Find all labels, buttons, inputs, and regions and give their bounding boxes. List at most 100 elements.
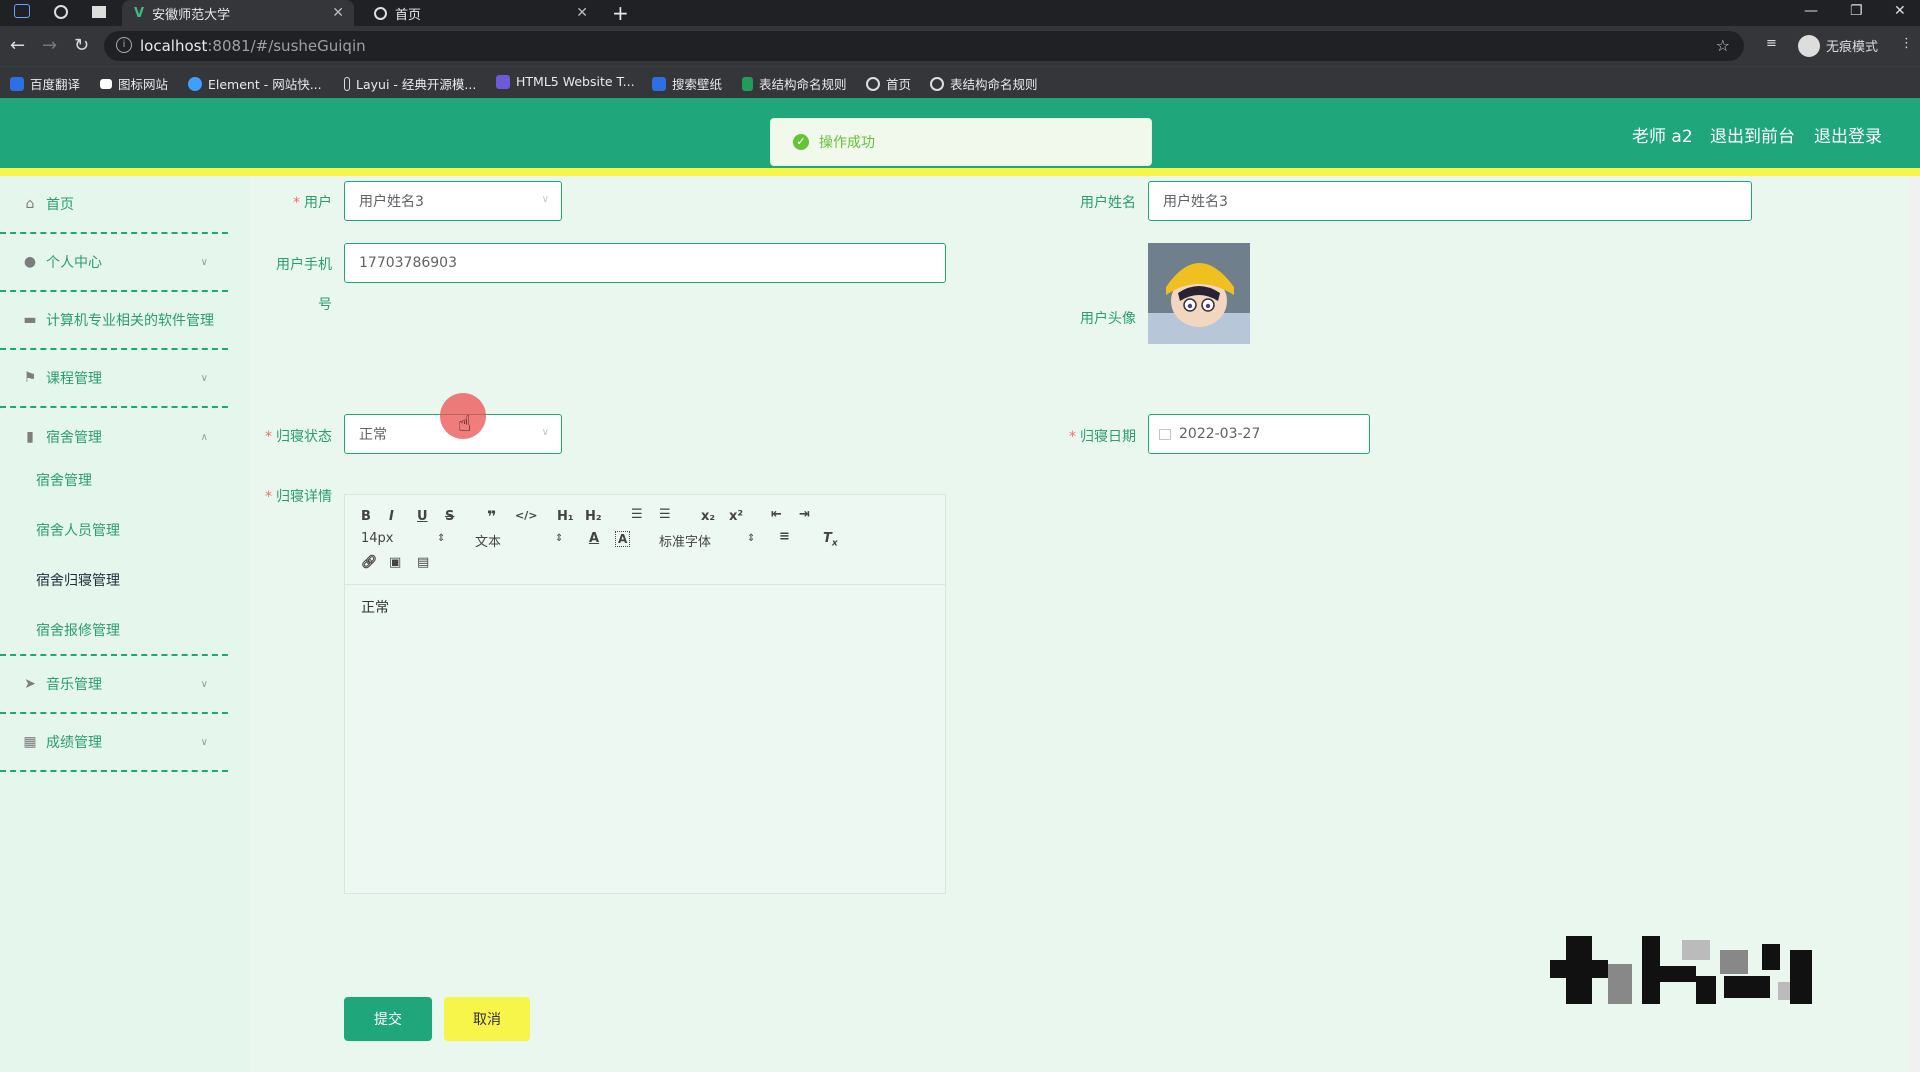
sidebar-item-grade-management[interactable]: ▦ 成绩管理 ∨ — [0, 714, 228, 772]
font-family-select[interactable]: 标准字体 ⇕ — [659, 531, 755, 550]
outdent-icon[interactable]: ⇤ — [771, 507, 782, 522]
indent-icon[interactable]: ⇥ — [799, 507, 810, 522]
bold-icon[interactable]: B — [361, 509, 371, 524]
block-format-select[interactable]: 文本 ⇕ — [475, 531, 563, 550]
bookmark-item[interactable]: 百度翻译 — [10, 74, 80, 93]
bookmark-item[interactable]: 首页 — [866, 74, 911, 93]
return-date-label: * 归寝日期 — [1069, 429, 1136, 445]
tab-search-list-icon[interactable]: ≡ — [1766, 36, 1777, 51]
sidebar-subitem-dorm-return[interactable]: 宿舍归寝管理 — [36, 570, 120, 590]
sidebar-item-software-management[interactable]: ▬ 计算机专业相关的软件管理 — [0, 292, 228, 350]
flag-icon — [100, 78, 112, 89]
user-phone-input[interactable]: 17703786903 — [344, 243, 946, 283]
reload-icon[interactable]: ↻ — [74, 35, 89, 56]
chevron-up-icon: ∧ — [200, 431, 208, 443]
image-icon[interactable]: ▣ — [389, 555, 401, 570]
new-tab-icon[interactable]: + — [612, 2, 629, 24]
user-name-input[interactable]: 用户姓名3 — [1148, 181, 1752, 221]
code-block-icon[interactable]: </> — [515, 509, 537, 522]
user-icon: ● — [23, 254, 37, 270]
clear-format-icon[interactable]: Tx — [823, 531, 838, 549]
minimize-icon[interactable]: — — [1804, 3, 1818, 19]
sidebar-subitem-dorm-repair[interactable]: 宿舍报修管理 — [36, 620, 120, 640]
sort-icon: ⇕ — [555, 533, 564, 544]
sidebar-item-course-management[interactable]: ⚑ 课程管理 ∨ — [0, 350, 228, 408]
sidebar-item-label: 课程管理 — [46, 371, 102, 387]
user-label: * 用户 — [293, 195, 332, 211]
cancel-button[interactable]: 取消 — [444, 997, 530, 1041]
link-icon[interactable]: 🔗︎ — [361, 555, 378, 570]
editor-toolbar: B I U S ❞ </> H₁ H₂ ☰ ☰ x₂ x² ⇤ ⇥ 14px ⇕… — [345, 495, 945, 585]
page-scrollbar[interactable] — [1908, 176, 1920, 1072]
watermark-block — [1720, 950, 1748, 974]
tab-home[interactable]: 首页 ✕ — [362, 0, 598, 26]
logout-link[interactable]: 退出登录 — [1814, 122, 1882, 147]
menu-dots-icon[interactable]: ⋮ — [1900, 36, 1913, 51]
user-select[interactable]: 用户姓名3 ∨ — [344, 181, 562, 221]
sidebar-item-label: 宿舍管理 — [46, 430, 102, 446]
site-info-icon[interactable]: i — [116, 37, 132, 53]
return-date-input[interactable]: 2022-03-27 — [1148, 414, 1370, 454]
tab-anhui-normal-university[interactable]: V 安徽师范大学 ✕ — [122, 0, 354, 26]
user-name-value: 用户姓名3 — [1163, 194, 1228, 210]
back-to-front-link[interactable]: 退出到前台 — [1710, 122, 1795, 147]
window-close-icon[interactable]: ✕ — [1894, 3, 1906, 19]
font-color-icon[interactable]: A — [589, 531, 599, 546]
watermark-block — [1642, 936, 1660, 1004]
incognito-label[interactable]: 无痕模式 — [1826, 36, 1878, 55]
bookmark-item[interactable]: 表结构命名规则 — [930, 74, 1038, 93]
chevron-down-icon: ∨ — [541, 427, 549, 438]
bookmark-item[interactable]: HTML5 Website T... — [496, 74, 635, 89]
bookmark-item[interactable]: Layui - 经典开源模... — [344, 74, 476, 93]
bookmark-star-icon[interactable]: ☆ — [1716, 36, 1730, 55]
sidebar-subitem-dorm[interactable]: 宿舍管理 — [36, 470, 92, 490]
chevron-down-icon: ∨ — [200, 678, 208, 690]
tab-search-icon[interactable] — [14, 4, 30, 18]
close-icon[interactable]: ✕ — [576, 5, 588, 21]
video-icon[interactable]: ▤ — [417, 555, 429, 570]
bar-chart-icon: ▮ — [26, 429, 34, 445]
chevron-down-icon: ∨ — [541, 194, 549, 205]
sidebar-subitem-dorm-members[interactable]: 宿舍人员管理 — [36, 520, 120, 540]
align-icon[interactable]: ≡ — [779, 529, 790, 544]
sheet-icon — [742, 76, 753, 91]
heading2-icon[interactable]: H₂ — [585, 509, 602, 524]
heading1-icon[interactable]: H₁ — [557, 509, 574, 524]
restore-icon[interactable]: ❐ — [1850, 3, 1863, 19]
bookmarks-bar: 百度翻译 图标网站 Element - 网站快... Layui - 经典开源模… — [0, 66, 1920, 98]
bookmark-item[interactable]: Element - 网站快... — [188, 74, 322, 93]
submit-button[interactable]: 提交 — [344, 997, 432, 1041]
url-input[interactable]: i localhost:8081/#/susheGuiqin ☆ — [104, 31, 1744, 61]
send-icon: ➤ — [24, 676, 36, 692]
watermark-block — [1550, 960, 1608, 978]
bullet-list-icon[interactable]: ☰ — [659, 507, 671, 522]
ordered-list-icon[interactable]: ☰ — [631, 507, 643, 522]
close-icon[interactable]: ✕ — [332, 5, 344, 21]
sidebar-item-music-management[interactable]: ➤ 音乐管理 ∨ — [0, 654, 228, 714]
sidebar-item-home[interactable]: ⌂ 首页 — [0, 176, 228, 234]
blockquote-icon[interactable]: ❞ — [487, 507, 496, 526]
italic-icon[interactable]: I — [389, 509, 394, 524]
back-icon[interactable]: ← — [10, 35, 25, 56]
superscript-icon[interactable]: x² — [729, 509, 743, 524]
tab-globe-icon[interactable] — [54, 5, 68, 19]
sidebar-item-dorm-management[interactable]: ▮ 宿舍管理 ∧ — [0, 408, 228, 466]
bookmark-item[interactable]: 图标网站 — [100, 74, 168, 93]
incognito-icon[interactable] — [1798, 35, 1820, 57]
layui-logo-icon — [344, 76, 350, 91]
sidebar-item-personal-center[interactable]: ● 个人中心 ∨ — [0, 234, 228, 292]
underline-icon[interactable]: U — [417, 509, 428, 524]
background-color-icon[interactable]: A — [615, 531, 631, 547]
user-avatar — [1148, 243, 1250, 344]
bookmark-item[interactable]: 搜索壁纸 — [652, 74, 722, 93]
browser-tabbar: V 安徽师范大学 ✕ 首页 ✕ + — ❐ ✕ — [0, 0, 1920, 26]
subscript-icon[interactable]: x₂ — [701, 509, 715, 524]
forward-icon[interactable]: → — [42, 35, 57, 56]
tab-window-icon[interactable] — [92, 6, 106, 18]
strikethrough-icon[interactable]: S — [445, 509, 454, 524]
home-icon: ⌂ — [25, 196, 35, 212]
bookmark-item[interactable]: 表结构命名规则 — [742, 74, 847, 93]
font-size-select[interactable]: 14px ⇕ — [361, 531, 445, 546]
globe-icon — [866, 76, 880, 91]
editor-content[interactable]: 正常 — [361, 597, 389, 617]
